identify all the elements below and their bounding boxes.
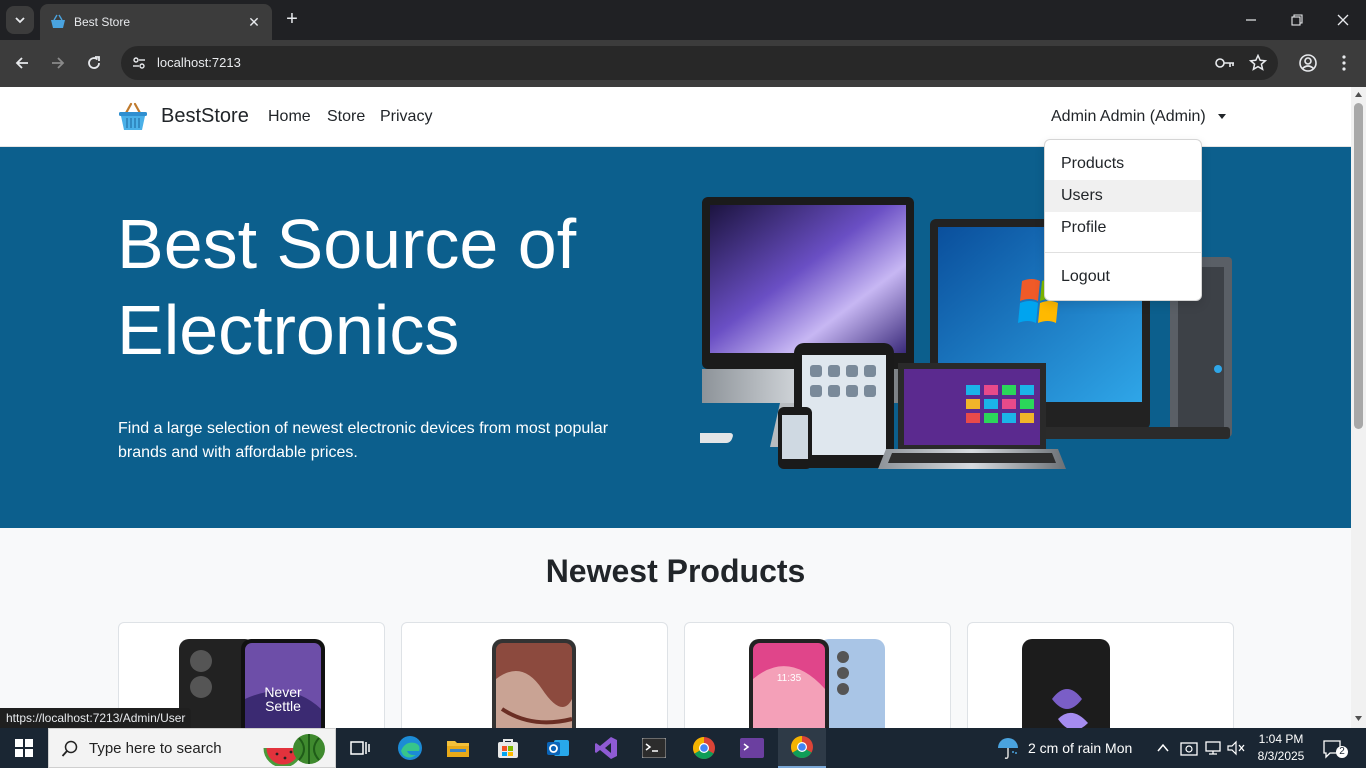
developer-console-icon (740, 738, 764, 758)
dropdown-item-logout[interactable]: Logout (1045, 261, 1201, 293)
reload-icon (88, 56, 100, 69)
product-image: 11:35 (749, 639, 885, 728)
basket-logo-icon[interactable] (117, 101, 149, 133)
search-placeholder: Type here to search (89, 740, 222, 757)
hero-title: Best Source of Electronics (117, 205, 577, 369)
arrow-right-icon (52, 57, 65, 69)
file-explorer-app[interactable] (434, 728, 482, 768)
network-icon[interactable] (1204, 740, 1222, 756)
start-button[interactable] (0, 728, 48, 768)
folder-icon (447, 741, 469, 757)
password-key-icon[interactable] (1215, 54, 1235, 72)
arrow-left-icon (15, 57, 28, 69)
visual-studio-app[interactable] (582, 728, 630, 768)
page-viewport: BestStore Home Store Privacy Admin Admin… (0, 87, 1351, 728)
clock-time[interactable]: 1:04 PM (1258, 732, 1304, 746)
outlook-app[interactable] (534, 728, 582, 768)
browser-tab[interactable]: Best Store ✕ (40, 4, 272, 40)
nav-home[interactable]: Home (268, 108, 311, 126)
user-menu-toggle[interactable]: Admin Admin (Admin) (1051, 108, 1206, 126)
taskbar-search-box[interactable]: Type here to search (48, 728, 336, 768)
link-status-bar: https://localhost:7213/Admin/User (0, 708, 192, 728)
chevron-down-icon (15, 17, 25, 24)
volume-muted-icon[interactable] (1227, 740, 1245, 756)
outlook-icon (547, 740, 569, 756)
product-image (1022, 639, 1180, 728)
hero-description: Find a large selection of newest electro… (118, 420, 609, 461)
dropdown-item-profile[interactable]: Profile (1045, 212, 1201, 244)
chevron-up-icon[interactable] (1156, 741, 1170, 755)
product-card[interactable]: 11:35 (684, 622, 951, 728)
user-dropdown-menu: Products Users Profile Logout (1044, 139, 1202, 301)
reload-button[interactable] (82, 51, 106, 75)
caret-down-icon (1218, 114, 1226, 119)
product-card[interactable] (401, 622, 668, 728)
weather-text[interactable]: 2 cm of rain Mon (1028, 740, 1132, 756)
tab-search-button[interactable] (6, 6, 34, 34)
notification-count-badge: 2 (1336, 746, 1348, 758)
close-window-button[interactable] (1320, 0, 1366, 40)
edge-icon (398, 736, 422, 760)
browser-toolbar: localhost:7213 (0, 40, 1366, 87)
dropdown-item-users[interactable]: Users (1045, 180, 1201, 212)
basket-favicon-icon (51, 14, 65, 28)
task-view-button[interactable] (336, 728, 384, 768)
chrome-icon (693, 737, 715, 759)
visual-studio-icon (595, 737, 617, 759)
restore-icon (1291, 14, 1303, 26)
product-image: Never Settle (179, 639, 325, 728)
svg-text:11:35: 11:35 (777, 673, 802, 684)
vs-terminal-app[interactable] (728, 728, 776, 768)
new-tab-button[interactable]: + (282, 8, 302, 32)
address-bar[interactable]: localhost:7213 (121, 46, 1278, 80)
close-icon (1337, 14, 1349, 26)
chrome-app[interactable] (680, 728, 728, 768)
newest-products-heading: Newest Products (545, 553, 806, 589)
product-card[interactable] (967, 622, 1234, 728)
svg-text:Settle: Settle (265, 698, 301, 714)
menu-kebab-icon[interactable] (1332, 51, 1356, 75)
nav-privacy[interactable]: Privacy (380, 108, 432, 126)
product-image (492, 639, 576, 728)
site-navbar: BestStore Home Store Privacy Admin Admin… (0, 87, 1351, 147)
clock-date[interactable]: 8/3/2025 (1254, 749, 1308, 763)
windows-logo-icon (15, 739, 33, 757)
dropdown-divider (1045, 252, 1201, 253)
back-button[interactable] (10, 51, 34, 75)
edge-app[interactable] (386, 728, 434, 768)
forward-button[interactable] (46, 51, 70, 75)
scrollbar-thumb[interactable] (1354, 103, 1363, 429)
search-icon (61, 740, 78, 757)
url-text: localhost:7213 (157, 55, 241, 70)
windows-taskbar: Type here to search 2 cm of rain Mon 1:0… (0, 728, 1366, 768)
nav-store[interactable]: Store (327, 108, 365, 126)
watermelon-icon (263, 734, 325, 766)
chrome-active-app[interactable] (778, 728, 826, 768)
scroll-up-arrow-icon[interactable] (1354, 90, 1363, 99)
terminal-icon (642, 738, 666, 758)
bookmark-star-icon[interactable] (1248, 54, 1268, 72)
tab-title: Best Store (74, 15, 131, 29)
chrome-icon (791, 736, 813, 758)
task-view-icon (350, 741, 370, 755)
restore-button[interactable] (1274, 0, 1320, 40)
ms-store-app[interactable] (484, 728, 532, 768)
store-bag-icon (498, 739, 518, 758)
page-scrollbar[interactable] (1351, 87, 1366, 728)
browser-tabstrip: Best Store ✕ + (0, 0, 1366, 40)
profile-icon[interactable] (1296, 51, 1320, 75)
site-info-icon[interactable] (129, 53, 149, 73)
scroll-down-arrow-icon[interactable] (1354, 714, 1363, 723)
dropdown-item-products[interactable]: Products (1045, 148, 1201, 180)
terminal-app[interactable] (630, 728, 678, 768)
brand-name[interactable]: BestStore (161, 105, 249, 128)
minimize-button[interactable] (1228, 0, 1274, 40)
close-tab-icon[interactable]: ✕ (246, 14, 262, 31)
umbrella-rain-icon[interactable] (996, 736, 1020, 760)
meet-now-icon[interactable] (1180, 740, 1198, 756)
minimize-icon (1246, 19, 1256, 21)
